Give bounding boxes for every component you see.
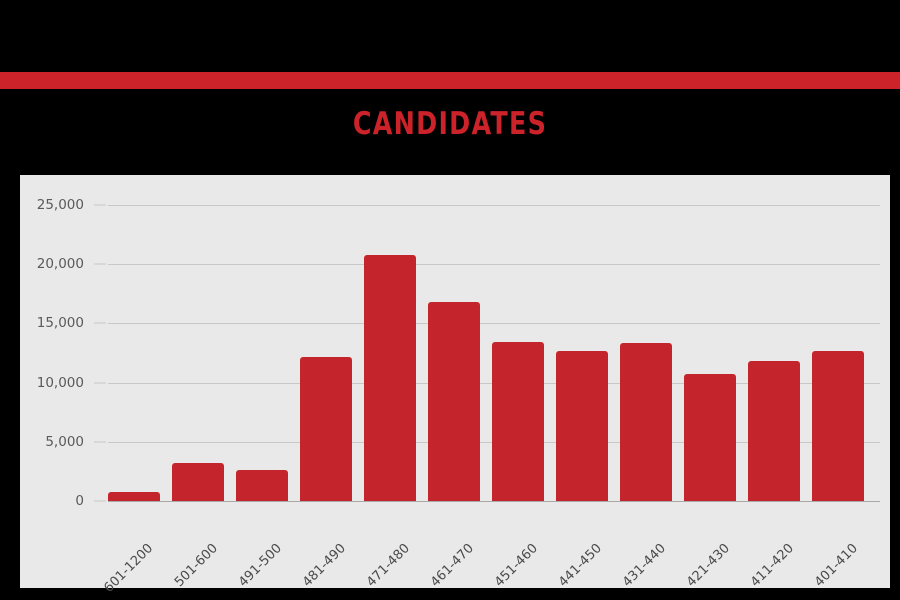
bar bbox=[428, 302, 480, 501]
x-tick-label: 461-470 bbox=[427, 541, 477, 591]
x-tick-label: 471-480 bbox=[363, 541, 413, 591]
y-tick-label: 15,000 bbox=[36, 315, 84, 332]
x-tick-label: 411-420 bbox=[747, 541, 797, 591]
y-tick-mark bbox=[94, 322, 106, 324]
slide-root: CANDIDATES 0 5,000 10,000 15,000 20,000 25,00… bbox=[0, 0, 900, 600]
x-tick-label: 401-410 bbox=[811, 541, 861, 591]
bar-series bbox=[108, 205, 880, 501]
y-tick-label: 10,000 bbox=[36, 374, 84, 391]
bar bbox=[236, 470, 288, 501]
x-tick-label: 451-460 bbox=[491, 541, 541, 591]
bar bbox=[492, 342, 544, 501]
x-tick-label: 481-490 bbox=[299, 541, 349, 591]
y-tick-mark bbox=[94, 382, 106, 384]
x-tick-label: 601-1200 bbox=[101, 541, 157, 596]
page-title: CANDIDATES bbox=[352, 106, 548, 142]
bar bbox=[364, 254, 416, 501]
x-tick-label: 431-440 bbox=[619, 541, 669, 591]
y-tick-label: 0 bbox=[75, 493, 84, 509]
bar bbox=[812, 350, 864, 501]
bar bbox=[300, 356, 352, 501]
y-tick-mark bbox=[94, 441, 106, 443]
bar bbox=[684, 374, 736, 501]
y-tick-label: 5,000 bbox=[45, 433, 84, 450]
bar bbox=[620, 342, 672, 501]
plot-area: 0 5,000 10,000 15,000 20,000 25,000 601-1200 5… bbox=[37, 197, 880, 596]
x-tick-label: 441-450 bbox=[555, 541, 605, 591]
y-tick-mark bbox=[94, 500, 106, 502]
bar bbox=[556, 350, 608, 501]
y-tick-mark bbox=[94, 204, 106, 206]
x-tick-label: 491-500 bbox=[235, 541, 285, 591]
accent-bar bbox=[0, 72, 900, 89]
y-tick-label: 25,000 bbox=[36, 197, 84, 213]
bar bbox=[108, 491, 160, 501]
x-tick-label: 421-430 bbox=[683, 541, 733, 591]
bar bbox=[748, 361, 800, 501]
y-tick-label: 20,000 bbox=[36, 256, 84, 273]
chart-panel: 0 5,000 10,000 15,000 20,000 25,000 601-1200 5… bbox=[20, 175, 890, 596]
bar bbox=[172, 463, 224, 501]
y-tick-mark bbox=[94, 263, 106, 265]
x-tick-label: 501-600 bbox=[171, 541, 221, 591]
